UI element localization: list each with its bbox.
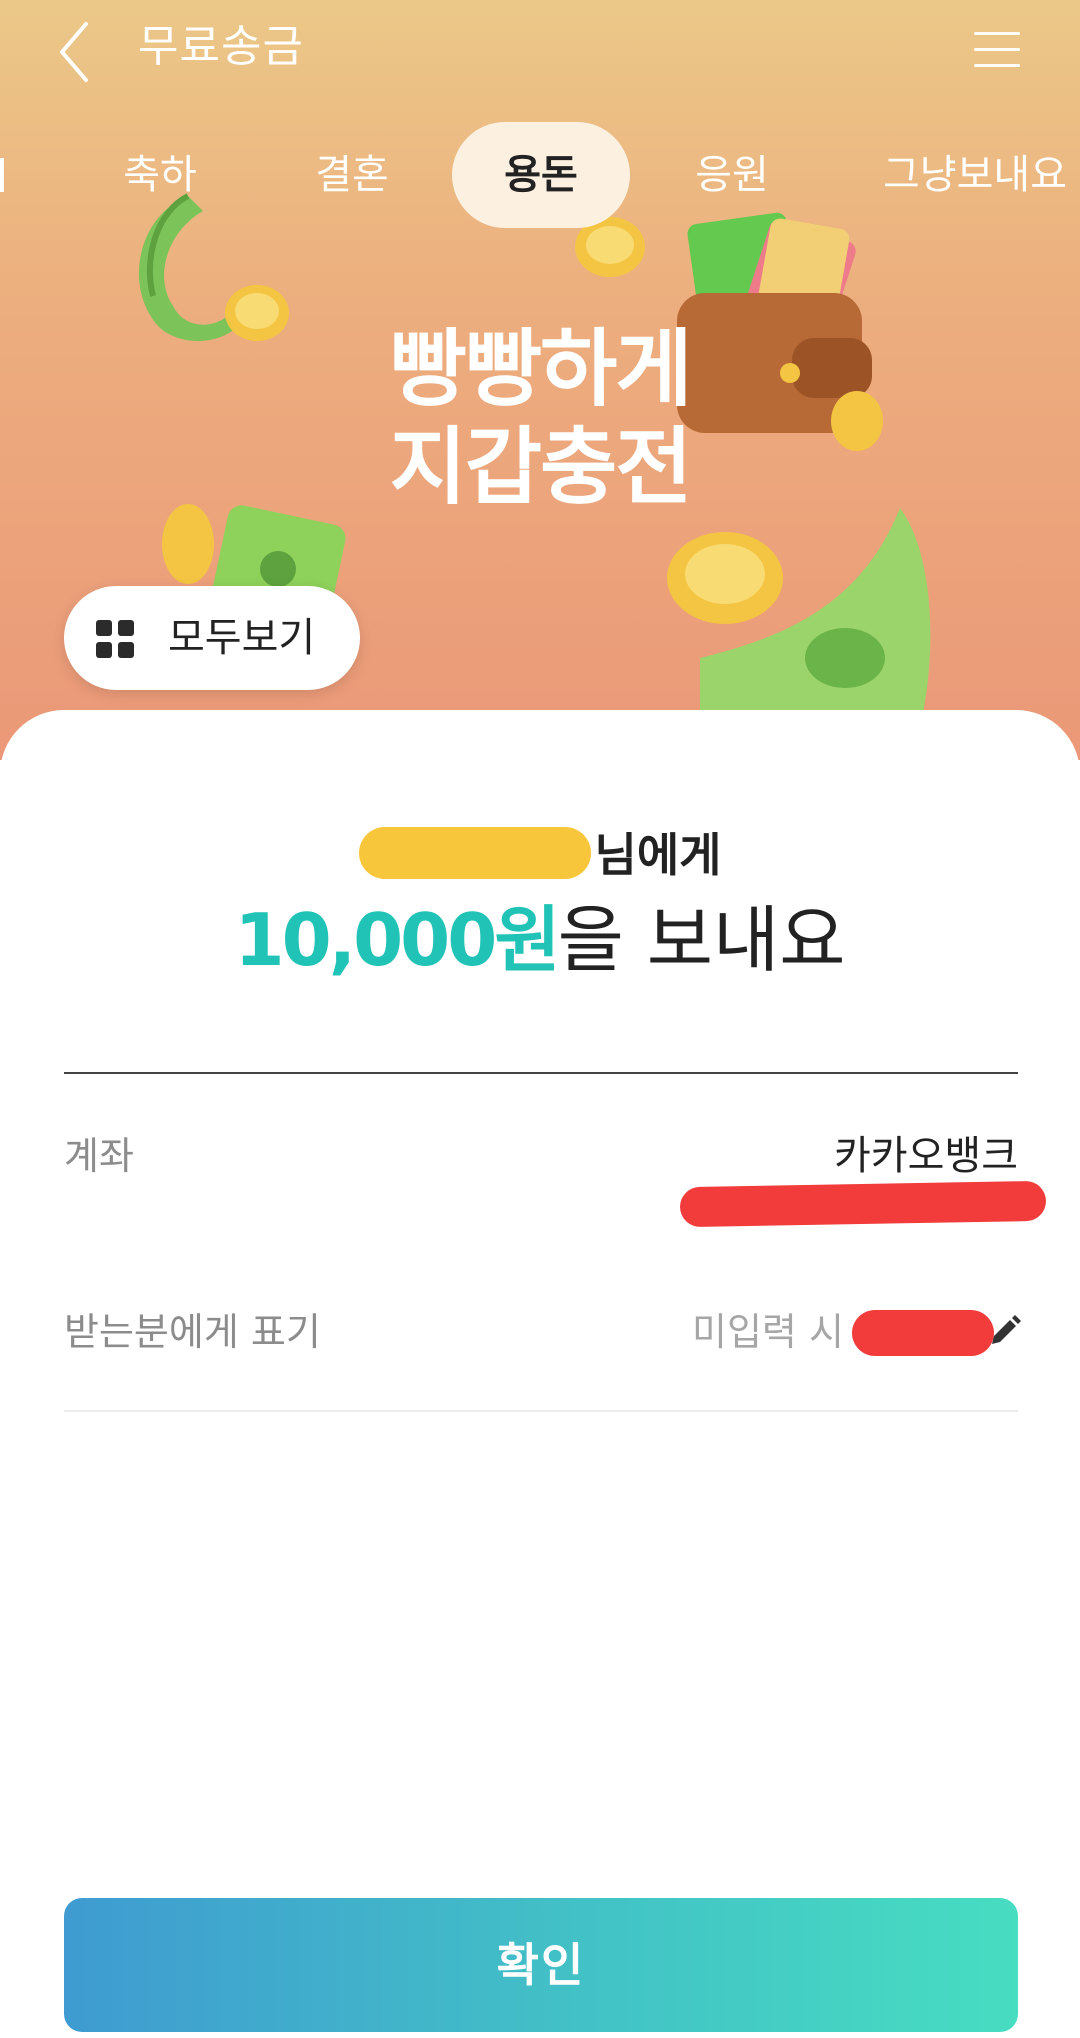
screen: 무료송금 축하 결혼 용돈 응원 그냥보내요 빵빵하게 지갑충전 모두보기 님에…: [0, 0, 1080, 2038]
page-title: 무료송금: [138, 21, 304, 72]
headline-line: 지갑충전: [389, 418, 692, 516]
tab-wedding[interactable]: 결혼: [292, 122, 412, 228]
amount-line: 10,000원을 보내요: [0, 890, 1080, 990]
amount-suffix: 을 보내요: [557, 898, 846, 982]
coin-illustration: [831, 391, 883, 451]
divider: [64, 1410, 1018, 1412]
recipient-name-redaction: [358, 827, 591, 879]
coin-illustration: [225, 285, 289, 341]
recipient-line: 님에게: [0, 820, 1080, 890]
display-name-redaction: [852, 1310, 994, 1356]
tab-scroll-edge: [0, 158, 4, 192]
tab-cheer[interactable]: 응원: [672, 122, 792, 228]
pencil-icon[interactable]: [988, 1314, 1022, 1348]
recipient-suffix: 님에게: [594, 828, 722, 882]
tab-just-send[interactable]: 그냥보내요: [872, 122, 1078, 228]
banner-headline: 빵빵하게 지갑충전: [360, 320, 720, 516]
tab-congrats[interactable]: 축하: [100, 122, 220, 228]
chevron-left-icon: [60, 22, 88, 82]
display-name-label: 받는분에게 표기: [64, 1310, 321, 1354]
headline-line: 빵빵하게: [389, 320, 692, 418]
account-number-redaction: [679, 1180, 1047, 1228]
menu-button[interactable]: [966, 18, 1028, 80]
amount-value: 10,000원: [234, 898, 561, 982]
confirm-button[interactable]: 확인: [64, 1898, 1018, 2032]
transfer-sheet: 님에게 10,000원을 보내요 계좌 카카오뱅크 받는분에게 표기 미입력 시…: [0, 710, 1080, 2038]
theme-banner: 무료송금 축하 결혼 용돈 응원 그냥보내요 빵빵하게 지갑충전 모두보기: [0, 0, 1080, 760]
back-button[interactable]: [48, 10, 128, 90]
account-label: 계좌: [64, 1134, 134, 1178]
cash-wave-illustration: [667, 508, 931, 728]
grid-icon: [96, 620, 136, 660]
divider: [64, 1072, 1018, 1074]
view-all-label: 모두보기: [168, 615, 316, 661]
category-tabs: 축하 결혼 용돈 응원 그냥보내요: [0, 122, 1080, 228]
account-bank: 카카오뱅크: [834, 1133, 1018, 1179]
tab-allowance[interactable]: 용돈: [452, 122, 630, 228]
view-all-button[interactable]: 모두보기: [64, 586, 360, 690]
